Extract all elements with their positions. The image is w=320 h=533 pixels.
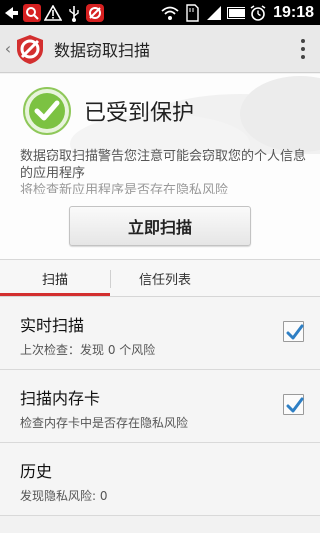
protection-status-card: 已受到保护 数据窃取扫描警告您注意可能会窃取您的个人信息的应用程序 将检查新应用程… (0, 74, 320, 260)
setting-subtitle: 上次检查：发现 0 个风险 (20, 343, 156, 357)
app-bar: ‹ 数据窃取扫描 (0, 25, 320, 73)
page-title: 数据窃取扫描 (54, 40, 151, 60)
alarm-icon (249, 4, 267, 22)
warning-icon (44, 4, 62, 22)
tab-scan[interactable]: 扫描 (0, 260, 110, 297)
usb-icon (65, 4, 83, 22)
list-item-history[interactable]: 历史 发现隐私风险: 0 (0, 443, 320, 516)
list-item-scan-sd-card[interactable]: 扫描内存卡 检查内存卡中是否存在隐私风险 (0, 370, 320, 443)
tab-selected-indicator (0, 293, 110, 296)
signal-icon (205, 4, 223, 22)
realtime-scan-checkbox[interactable] (283, 321, 304, 342)
overflow-menu-icon[interactable] (286, 25, 320, 73)
protection-status: 已受到保护 (84, 101, 195, 126)
setting-title: 历史 (20, 462, 53, 481)
security-app-icon (86, 3, 104, 22)
setting-subtitle: 发现隐私风险: 0 (20, 489, 108, 503)
back-chevron-icon[interactable]: ‹ (2, 25, 14, 73)
security-shield-logo[interactable] (14, 33, 46, 65)
battery-icon (227, 4, 246, 22)
clock: 19:18 (273, 3, 314, 21)
scan-now-button[interactable]: 立即扫描 (69, 206, 251, 246)
wifi-icon (161, 4, 179, 22)
search-app-icon (23, 3, 41, 22)
protected-check-icon (23, 87, 71, 135)
scan-description: 数据窃取扫描警告您注意可能会窃取您的个人信息的应用程序 将检查新应用程序是否存在隐… (20, 149, 307, 194)
list-item-realtime-scan[interactable]: 实时扫描 上次检查：发现 0 个风险 (0, 297, 320, 370)
status-bar: 19:18 (0, 0, 320, 25)
setting-title: 扫描内存卡 (20, 389, 101, 408)
tab-trusted-list[interactable]: 信任列表 (110, 260, 220, 297)
setting-title: 实时扫描 (20, 316, 85, 335)
tab-bar: 扫描 信任列表 (0, 260, 320, 297)
scan-sd-card-checkbox[interactable] (283, 394, 304, 415)
settings-list: 实时扫描 上次检查：发现 0 个风险 扫描内存卡 检查内存卡中是否存在隐私风险 … (0, 297, 320, 516)
notification-back-icon (2, 4, 20, 22)
sd-card-icon (183, 3, 201, 22)
setting-subtitle: 检查内存卡中是否存在隐私风险 (20, 416, 189, 430)
